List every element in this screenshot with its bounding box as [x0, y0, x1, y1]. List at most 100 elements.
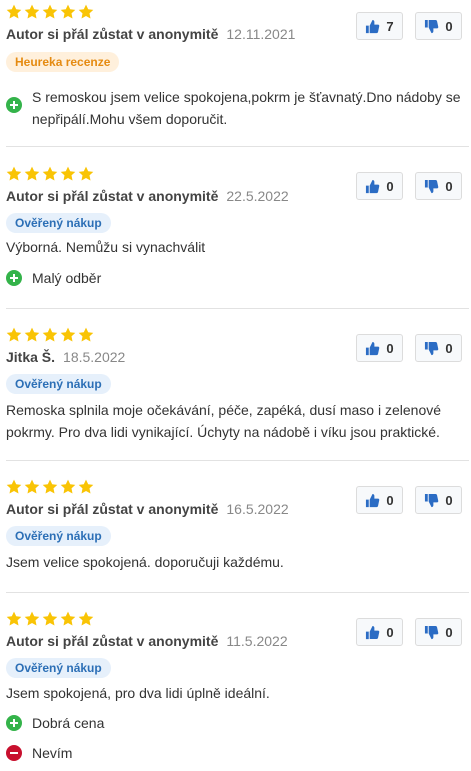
review-item: Jitka Š. 18.5.2022 Ověřený nákup Remoska …: [0, 327, 471, 457]
like-count: 0: [386, 178, 394, 194]
review-text: Výborná. Nemůžu si vynachválit: [6, 239, 206, 255]
divider: [6, 146, 469, 147]
plus-circle-icon: [6, 270, 22, 286]
rating-stars: [6, 327, 94, 345]
like-button[interactable]: 0: [356, 172, 403, 200]
star-icon: [6, 611, 22, 626]
minus-circle-icon: [6, 745, 22, 761]
heureka-badge: Heureka recenze: [6, 52, 120, 72]
pro-text: Malý odběr: [32, 270, 102, 286]
thumbs-up-icon: [366, 341, 380, 355]
star-icon: [24, 4, 40, 19]
review-date: 18.5.2022: [63, 349, 126, 365]
review-list: Autor si přál zůstat v anonymitě 12.11.20…: [0, 0, 471, 771]
dislike-count: 0: [445, 492, 453, 508]
review-meta: Autor si přál zůstat v anonymitě 16.5.202…: [6, 501, 289, 521]
star-icon: [42, 166, 58, 181]
dislike-count: 0: [445, 340, 453, 356]
review-author: Autor si přál zůstat v anonymitě: [6, 633, 219, 649]
verified-badge: Ověřený nákup: [6, 374, 111, 394]
dislike-button[interactable]: 0: [415, 486, 462, 514]
like-button[interactable]: 0: [356, 618, 403, 646]
divider: [6, 592, 469, 593]
thumbs-up-icon: [366, 493, 380, 507]
review-date: 22.5.2022: [226, 188, 289, 204]
review-author: Autor si přál zůstat v anonymitě: [6, 188, 219, 204]
like-count: 7: [386, 18, 394, 34]
divider: [6, 308, 469, 309]
star-icon: [24, 479, 40, 494]
verified-badge: Ověřený nákup: [6, 526, 111, 546]
review-meta: Autor si přál zůstat v anonymitě 11.5.202…: [6, 633, 288, 653]
star-icon: [42, 327, 58, 342]
star-icon: [78, 4, 94, 19]
review-item: Autor si přál zůstat v anonymitě 12.11.20…: [0, 4, 471, 144]
like-button[interactable]: 0: [356, 334, 403, 362]
thumbs-down-icon: [425, 493, 439, 507]
plus-circle-icon: [6, 97, 22, 113]
thumbs-up-icon: [366, 625, 380, 639]
star-icon: [6, 4, 22, 19]
dislike-button[interactable]: 0: [415, 334, 462, 362]
review-date: 12.11.2021: [226, 26, 296, 42]
dislike-count: 0: [445, 624, 453, 640]
review-text: Remoska splnila moje očekávání, péče, za…: [6, 402, 442, 440]
star-icon: [6, 479, 22, 494]
verified-badge: Ověřený nákup: [6, 658, 111, 678]
thumbs-down-icon: [425, 179, 439, 193]
pro-text: S remoskou jsem velice spokojena,pokrm j…: [32, 89, 461, 127]
star-icon: [78, 166, 94, 181]
review-author: Autor si přál zůstat v anonymitě: [6, 26, 219, 42]
con-text: Nevím: [32, 745, 73, 761]
star-icon: [42, 479, 58, 494]
verified-badge: Ověřený nákup: [6, 213, 111, 233]
like-button[interactable]: 0: [356, 486, 403, 514]
rating-stars: [6, 479, 94, 497]
review-text: Jsem velice spokojená. doporučuji každém…: [6, 554, 284, 570]
dislike-button[interactable]: 0: [415, 12, 462, 40]
review-meta: Jitka Š. 18.5.2022: [6, 349, 125, 369]
star-icon: [24, 611, 40, 626]
con-item: Nevím: [6, 742, 72, 764]
review-text: Jsem spokojená, pro dva lidi úplně ideál…: [6, 685, 270, 701]
star-icon: [24, 166, 40, 181]
pro-item: [6, 94, 32, 113]
divider: [6, 460, 469, 461]
review-item: Autor si přál zůstat v anonymitě 11.5.202…: [0, 611, 471, 771]
pro-text: Dobrá cena: [32, 715, 105, 731]
star-icon: [60, 166, 76, 181]
review-date: 11.5.2022: [226, 633, 288, 649]
pro-item: Dobrá cena: [6, 712, 104, 734]
plus-circle-icon: [6, 715, 22, 731]
thumbs-down-icon: [425, 341, 439, 355]
dislike-button[interactable]: 0: [415, 618, 462, 646]
star-icon: [60, 611, 76, 626]
review-meta: Autor si přál zůstat v anonymitě 22.5.202…: [6, 188, 289, 208]
review-date: 16.5.2022: [226, 501, 289, 517]
star-icon: [78, 611, 94, 626]
dislike-count: 0: [445, 18, 453, 34]
review-meta: Autor si přál zůstat v anonymitě 12.11.20…: [6, 26, 295, 46]
thumbs-up-icon: [366, 179, 380, 193]
star-icon: [60, 327, 76, 342]
rating-stars: [6, 611, 94, 629]
like-button[interactable]: 7: [356, 12, 403, 40]
dislike-count: 0: [445, 178, 453, 194]
rating-stars: [6, 4, 94, 22]
review-item: Autor si přál zůstat v anonymitě 16.5.202…: [0, 479, 471, 589]
review-item: Autor si přál zůstat v anonymitě 22.5.202…: [0, 166, 471, 298]
thumbs-down-icon: [425, 625, 439, 639]
rating-stars: [6, 166, 94, 184]
dislike-button[interactable]: 0: [415, 172, 462, 200]
star-icon: [60, 4, 76, 19]
star-icon: [60, 479, 76, 494]
star-icon: [42, 4, 58, 19]
like-count: 0: [386, 340, 394, 356]
star-icon: [42, 611, 58, 626]
star-icon: [78, 327, 94, 342]
pro-item: Malý odběr: [6, 267, 101, 289]
star-icon: [78, 479, 94, 494]
review-author: Autor si přál zůstat v anonymitě: [6, 501, 219, 517]
review-author: Jitka Š.: [6, 349, 56, 365]
star-icon: [6, 327, 22, 342]
